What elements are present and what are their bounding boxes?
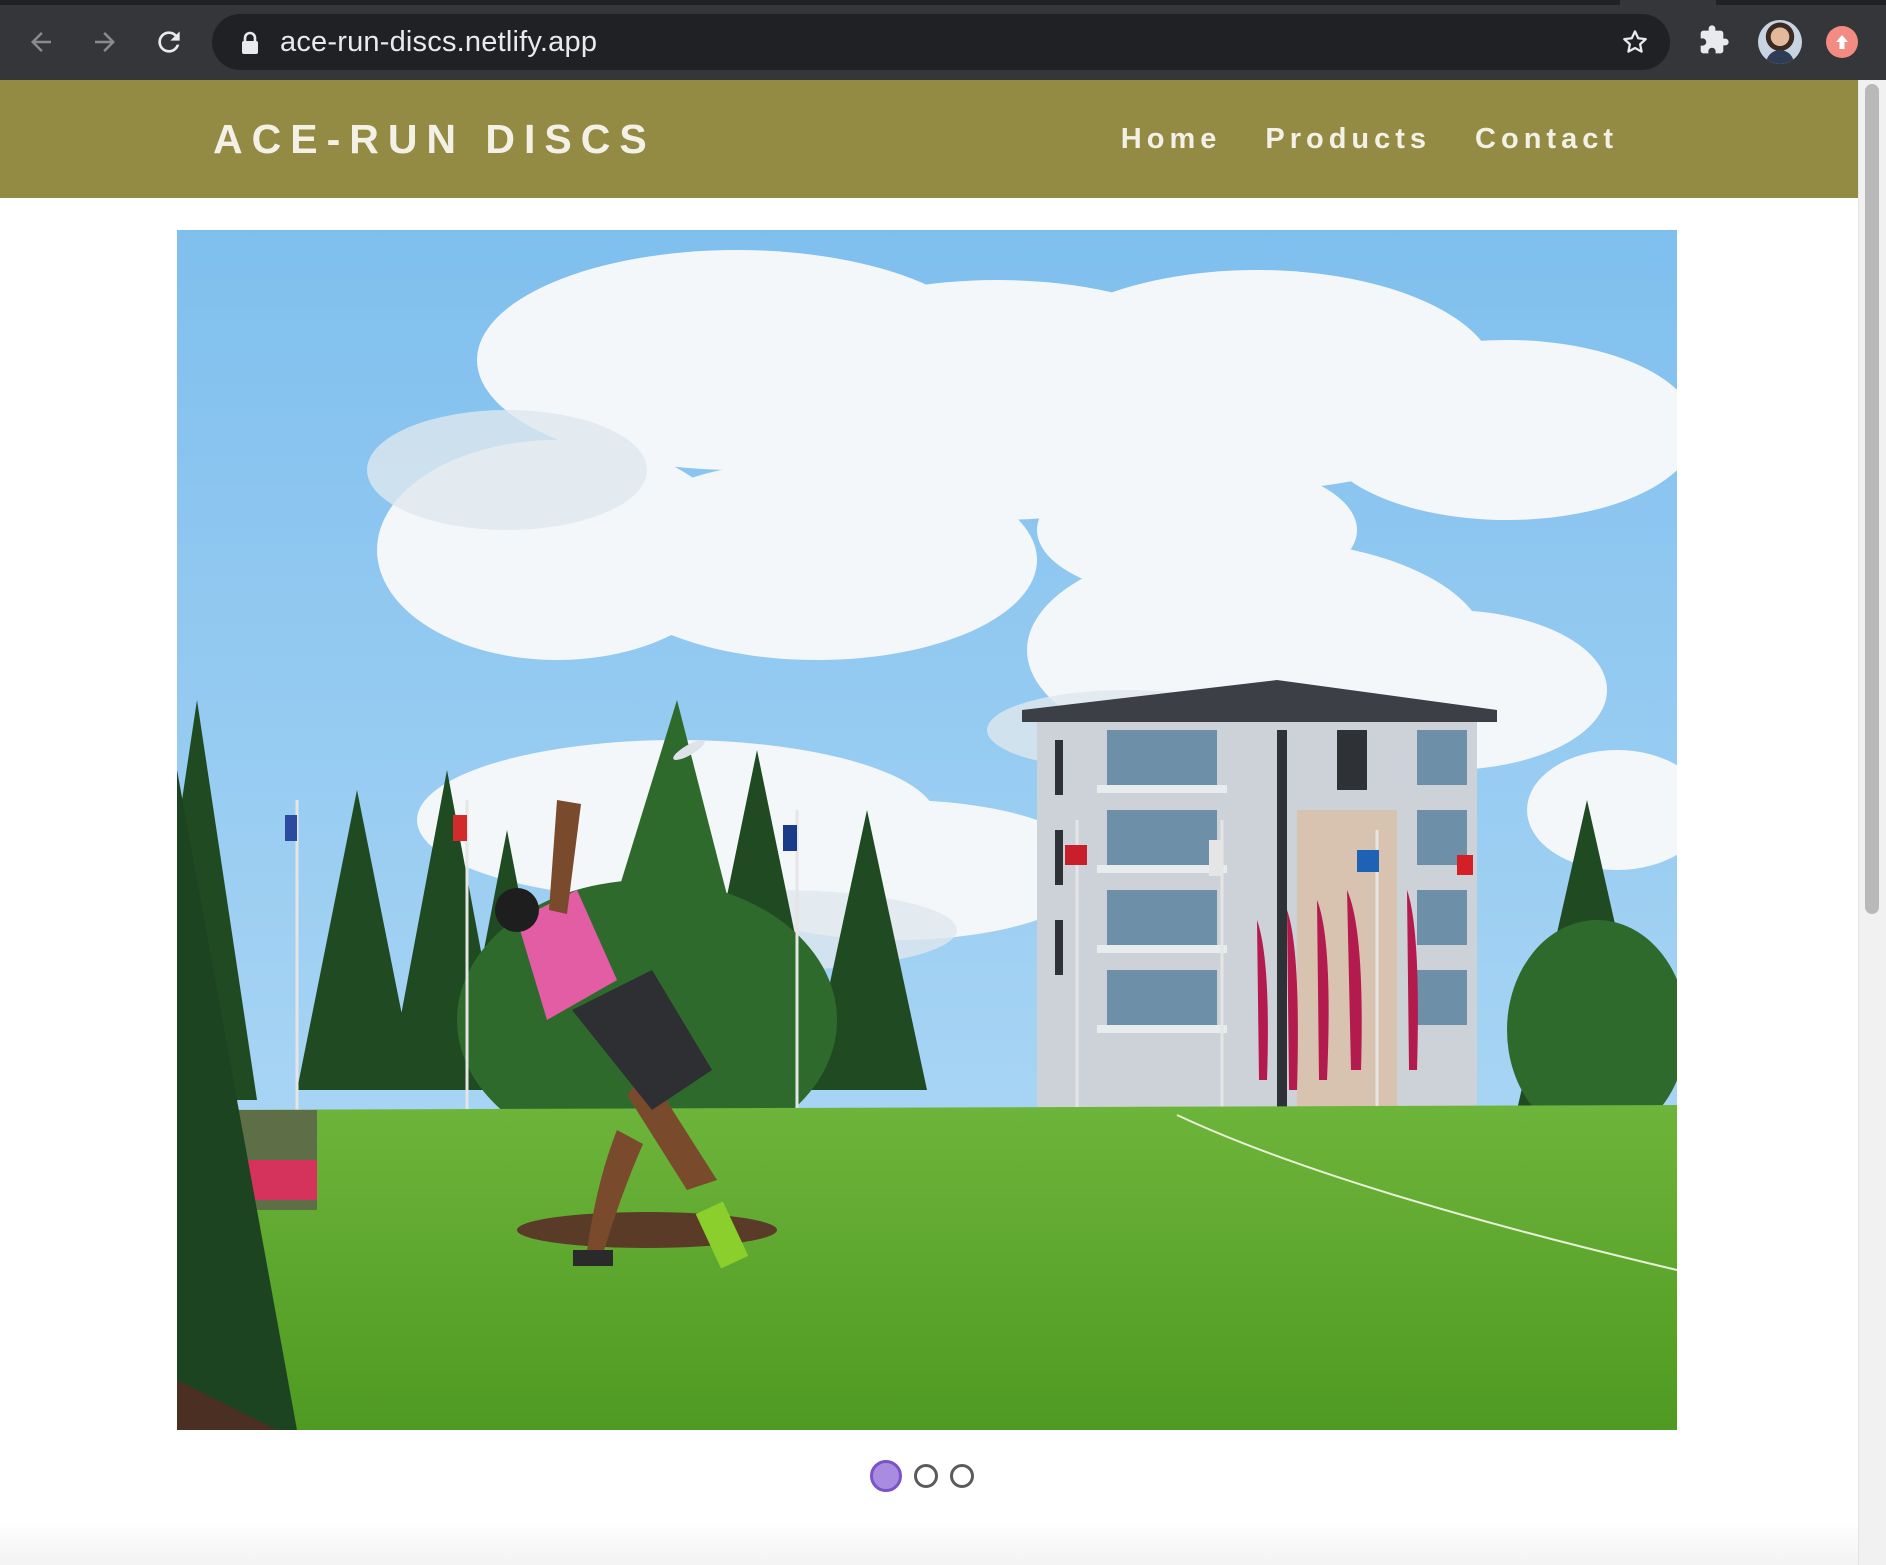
bookmark-star-icon[interactable]	[1620, 27, 1650, 57]
browser-toolbar: ace-run-discs.netlify.app	[0, 0, 1886, 80]
back-arrow-icon[interactable]	[17, 18, 65, 66]
nav-link-contact[interactable]: Contact	[1475, 123, 1618, 156]
carousel-dot-1[interactable]	[870, 1460, 902, 1492]
carousel-dot-2[interactable]	[914, 1464, 938, 1488]
page-bottom-shade	[0, 1520, 1858, 1565]
forward-arrow-icon[interactable]	[81, 18, 129, 66]
reload-icon[interactable]	[145, 18, 193, 66]
extensions-puzzle-icon[interactable]	[1698, 24, 1730, 56]
nav-link-home[interactable]: Home	[1121, 123, 1222, 156]
tab-strip	[0, 0, 1620, 5]
site-header: ACE-RUN DISCS Home Products Contact	[0, 80, 1858, 198]
carousel-indicators	[870, 1460, 974, 1492]
address-bar[interactable]: ace-run-discs.netlify.app	[212, 14, 1670, 70]
carousel-dot-3[interactable]	[950, 1464, 974, 1488]
main-nav: Home Products Contact	[1121, 80, 1618, 198]
lock-icon	[242, 31, 258, 54]
scrollbar-thumb[interactable]	[1865, 84, 1879, 914]
nav-link-products[interactable]: Products	[1265, 123, 1431, 156]
site-logo[interactable]: ACE-RUN DISCS	[213, 80, 656, 198]
tab-strip-right	[1716, 0, 1886, 5]
page-viewport: ACE-RUN DISCS Home Products Contact	[0, 80, 1858, 1565]
update-icon[interactable]	[1826, 26, 1858, 58]
url-text: ace-run-discs.netlify.app	[280, 26, 598, 58]
profile-avatar[interactable]	[1758, 20, 1802, 64]
carousel-slide-image[interactable]	[177, 230, 1677, 1430]
